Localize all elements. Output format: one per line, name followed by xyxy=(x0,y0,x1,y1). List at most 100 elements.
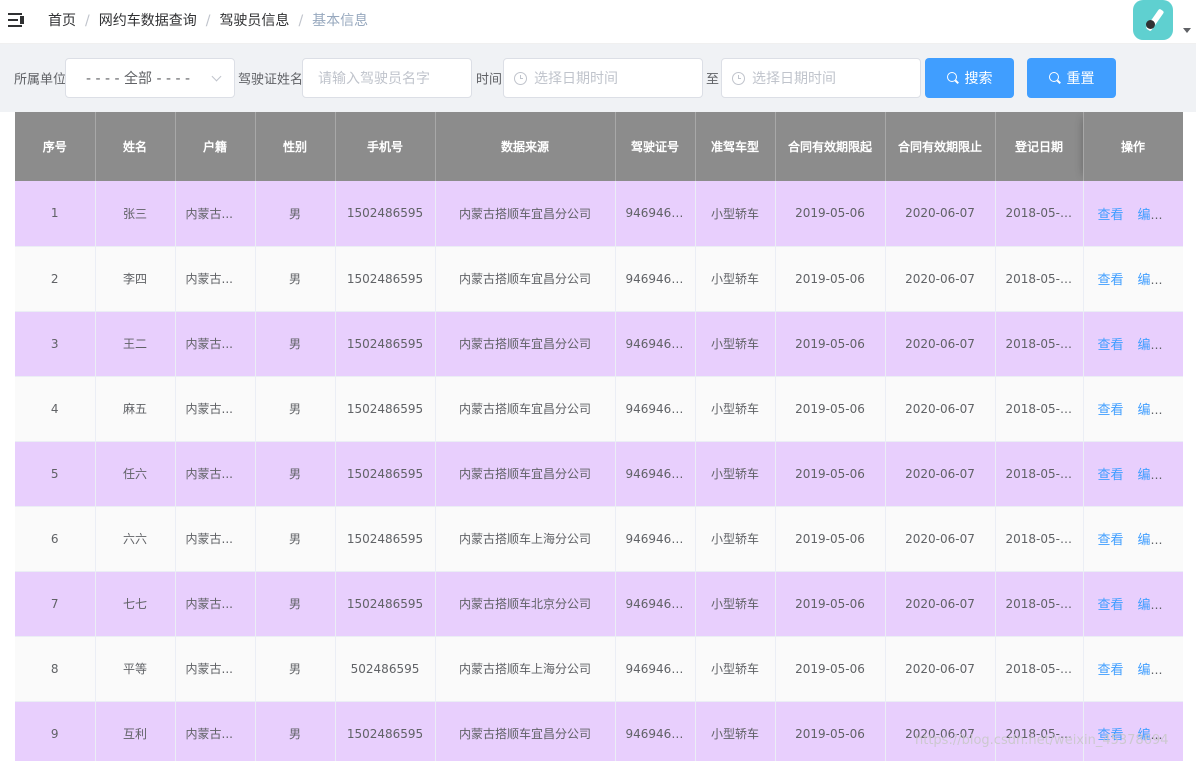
cell-reg-date: 2018-05-06 xyxy=(995,506,1084,572)
cell-no: 1 xyxy=(15,181,96,247)
col-header-contract-start: 合同有效期限起 xyxy=(775,112,886,181)
cell-huji: 内蒙古... xyxy=(175,571,256,637)
cell-license: 9469469... xyxy=(615,636,696,702)
cell-reg-date: 2018-05-06 xyxy=(995,701,1084,761)
cell-contract-end: 2020-06-07 xyxy=(885,181,996,247)
search-button[interactable]: 搜索 xyxy=(925,58,1014,98)
chevron-down-icon xyxy=(211,71,222,82)
cell-actions: 查看 编辑 xyxy=(1083,311,1183,377)
unit-select[interactable]: - - - - 全部 - - - - xyxy=(65,58,235,98)
cell-license: 9469469... xyxy=(615,376,696,442)
driver-table: 序号 姓名 户籍 性别 手机号 数据来源 驾驶证号 准驾车型 合同有效期限起 合… xyxy=(15,112,1183,761)
menu-toggle-icon[interactable] xyxy=(8,12,24,28)
cell-no: 4 xyxy=(15,376,96,442)
cell-cartype: 小型轿车 xyxy=(695,701,776,761)
cell-name: 平等 xyxy=(95,636,176,702)
breadcrumb-separator: / xyxy=(205,13,211,29)
driver-name-label: 驾驶证姓名 xyxy=(238,72,304,88)
view-link[interactable]: 查看 xyxy=(1098,273,1124,288)
edit-link[interactable]: 编辑 xyxy=(1138,663,1164,678)
cell-name: 李四 xyxy=(95,246,176,312)
driver-name-placeholder: 请输入驾驶员名字 xyxy=(318,71,430,87)
col-header-cartype: 准驾车型 xyxy=(695,112,776,181)
cell-phone: 1502486595 xyxy=(335,246,436,312)
time-label: 时间 xyxy=(476,72,503,88)
cell-contract-start: 2019-05-06 xyxy=(775,181,886,247)
breadcrumb-home[interactable]: 首页 xyxy=(48,11,76,31)
cell-phone: 1502486595 xyxy=(335,506,436,572)
cell-reg-date: 2018-05-06 xyxy=(995,181,1084,247)
cell-source: 内蒙古搭顺车宜昌分公司 xyxy=(435,246,616,312)
breadcrumb-driver-info[interactable]: 驾驶员信息 xyxy=(219,11,289,31)
cell-phone: 1502486595 xyxy=(335,311,436,377)
cell-name: 任六 xyxy=(95,441,176,507)
cell-name: 张三 xyxy=(95,181,176,247)
cell-source: 内蒙古搭顺车上海分公司 xyxy=(435,636,616,702)
view-link[interactable]: 查看 xyxy=(1098,403,1124,418)
cell-gender: 男 xyxy=(255,701,336,761)
start-date-placeholder: 选择日期时间 xyxy=(534,71,618,87)
edit-link[interactable]: 编辑 xyxy=(1138,338,1164,353)
cell-actions: 查看 编辑 xyxy=(1083,441,1183,507)
user-avatar[interactable] xyxy=(1133,0,1173,40)
cell-name: 王二 xyxy=(95,311,176,377)
start-date-picker[interactable]: 选择日期时间 xyxy=(503,58,703,98)
view-link[interactable]: 查看 xyxy=(1098,468,1124,483)
view-link[interactable]: 查看 xyxy=(1098,663,1124,678)
cell-source: 内蒙古搭顺车宜昌分公司 xyxy=(435,376,616,442)
cell-huji: 内蒙古... xyxy=(175,181,256,247)
cell-license: 9469469... xyxy=(615,246,696,312)
unit-label: 所属单位 xyxy=(14,72,67,88)
reset-button[interactable]: 重置 xyxy=(1027,58,1116,98)
col-header-huji: 户籍 xyxy=(175,112,256,181)
cell-phone: 1502486595 xyxy=(335,571,436,637)
to-label: 至 xyxy=(706,72,720,88)
table-row: 9 互利 内蒙古... 男 1502486595 内蒙古搭顺车宜昌分公司 9469469..… xyxy=(15,701,1183,761)
cell-reg-date: 2018-05-06 xyxy=(995,246,1084,312)
end-date-picker[interactable]: 选择日期时间 xyxy=(721,58,921,98)
breadcrumb-separator: / xyxy=(85,13,90,29)
edit-link[interactable]: 编辑 xyxy=(1138,533,1164,548)
cell-source: 内蒙古搭顺车北京分公司 xyxy=(435,571,616,637)
watermark: https://blog.csdn.net/weixin_45378694 xyxy=(915,733,1169,748)
cell-no: 3 xyxy=(15,311,96,377)
edit-link[interactable]: 编辑 xyxy=(1138,403,1164,418)
edit-link[interactable]: 编辑 xyxy=(1138,598,1164,613)
breadcrumb-ride-hailing-query[interactable]: 网约车数据查询 xyxy=(99,11,197,31)
view-link[interactable]: 查看 xyxy=(1098,338,1124,353)
cell-contract-end: 2020-06-07 xyxy=(885,441,996,507)
search-button-label: 搜索 xyxy=(964,71,993,87)
clock-icon xyxy=(732,72,745,85)
cell-contract-end: 2020-06-07 xyxy=(885,246,996,312)
search-icon xyxy=(946,72,959,84)
view-link[interactable]: 查看 xyxy=(1098,598,1124,613)
col-header-reg-date: 登记日期 xyxy=(995,112,1084,181)
cell-contract-end: 2020-06-07 xyxy=(885,636,996,702)
cell-source: 内蒙古搭顺车宜昌分公司 xyxy=(435,701,616,761)
cell-actions: 查看 编辑 xyxy=(1083,376,1183,442)
table-row: 8 平等 内蒙古... 男 502486595 内蒙古搭顺车上海分公司 9469469...… xyxy=(15,636,1183,702)
driver-name-input[interactable]: 请输入驾驶员名字 xyxy=(302,58,472,98)
view-link[interactable]: 查看 xyxy=(1098,533,1124,548)
table-row: 5 任六 内蒙古... 男 1502486595 内蒙古搭顺车宜昌分公司 9469469..… xyxy=(15,441,1183,507)
cell-reg-date: 2018-05-06 xyxy=(995,376,1084,442)
col-header-phone: 手机号 xyxy=(335,112,436,181)
edit-link[interactable]: 编辑 xyxy=(1138,273,1164,288)
view-link[interactable]: 查看 xyxy=(1098,208,1124,223)
cell-reg-date: 2018-05-06 xyxy=(995,636,1084,702)
edit-link[interactable]: 编辑 xyxy=(1138,468,1164,483)
cell-no: 9 xyxy=(15,701,96,761)
search-icon xyxy=(1048,72,1061,84)
cell-no: 2 xyxy=(15,246,96,312)
cell-reg-date: 2018-05-06 xyxy=(995,441,1084,507)
table-body: 1 张三 内蒙古... 男 1502486595 内蒙古搭顺车宜昌分公司 9469469..… xyxy=(15,181,1183,761)
cell-gender: 男 xyxy=(255,441,336,507)
cell-cartype: 小型轿车 xyxy=(695,636,776,702)
cell-name: 七七 xyxy=(95,571,176,637)
cell-gender: 男 xyxy=(255,246,336,312)
cell-no: 8 xyxy=(15,636,96,702)
avatar-dropdown-caret-icon[interactable] xyxy=(1183,28,1191,33)
cell-no: 6 xyxy=(15,506,96,572)
cell-phone: 1502486595 xyxy=(335,376,436,442)
edit-link[interactable]: 编辑 xyxy=(1138,208,1164,223)
